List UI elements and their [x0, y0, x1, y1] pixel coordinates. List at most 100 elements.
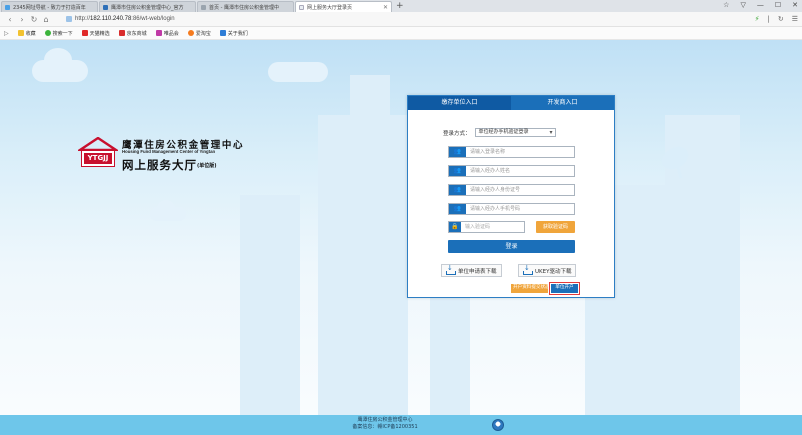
close-window-button[interactable]: ✕ [792, 0, 798, 11]
footer-icp: 备案信息：赣ICP备1200351 [352, 424, 418, 430]
login-panel: 缴存单位入口 开发商入口 登录方式： 单位经办手机验证登录 👥 请输入登录名称 … [407, 95, 615, 298]
bookmark-tmall[interactable]: 天猫精选 [81, 30, 110, 37]
login-mode-select[interactable]: 单位经办手机验证登录 [474, 128, 556, 137]
home-icon[interactable]: ⌂ [40, 15, 52, 24]
captcha-input[interactable]: 🔒 输入验证码 [448, 221, 525, 233]
operator-name-placeholder: 请输入经办人姓名 [470, 168, 511, 174]
login-mode-label: 登录方式： [443, 130, 471, 137]
site-security-icon [66, 16, 72, 22]
browser-tab-home[interactable]: 首页 - 鹰潭市住房公积金管理中 [197, 1, 294, 12]
account-status-button[interactable]: 开户资料提交状态 [511, 284, 550, 293]
vip-icon [155, 30, 162, 36]
tab-developer-entry[interactable]: 开发商入口 [511, 96, 614, 110]
bookmarks-toggle-icon[interactable]: ▷ [4, 30, 9, 37]
get-captcha-button[interactable]: 获取验证码 [536, 221, 575, 233]
login-page-background: YTGJJ 鹰潭住房公积金管理中心 Housing Fund Managemen… [0, 40, 802, 415]
download-label: 单位申请表下载 [458, 268, 497, 275]
login-name-placeholder: 请输入登录名称 [470, 149, 506, 155]
satellite-dish-icon [661, 146, 689, 179]
url-input[interactable]: http:// 182.110.240.78 :86/wt-web/login [66, 14, 706, 25]
back-icon[interactable]: ‹ [4, 15, 16, 24]
tab-favicon-icon [5, 4, 10, 10]
tab-close-icon[interactable]: ✕ [383, 4, 388, 11]
unit-open-account-button[interactable]: 单位开户 [549, 282, 580, 295]
minimize-button[interactable]: — [757, 0, 764, 11]
tmall-icon [81, 30, 88, 36]
download-application-form-button[interactable]: 单位申请表下载 [441, 264, 502, 277]
captcha-placeholder: 输入验证码 [465, 224, 491, 230]
download-label: UKEY驱动下载 [535, 268, 572, 275]
menu-dropdown-icon[interactable]: ▽ [740, 0, 745, 11]
tab-label: 网上服务大厅登录页 [307, 4, 353, 11]
bookmark-label: 京东商城 [126, 30, 147, 37]
forward-icon[interactable]: › [16, 15, 28, 24]
favorite-icon[interactable]: ☆ [723, 0, 729, 11]
user-icon: 👥 [449, 147, 466, 157]
lock-icon: 🔒 [449, 222, 461, 232]
bookmark-jd[interactable]: 京东商城 [118, 30, 147, 37]
tab-favicon-icon [201, 4, 206, 10]
speed-mode-icon[interactable]: ⚡ [755, 15, 760, 23]
bookmark-label: 搜索一下 [52, 30, 73, 37]
cloud-decoration [268, 62, 328, 82]
site-logo: YTGJJ 鹰潭住房公积金管理中心 Housing Fund Managemen… [78, 137, 258, 177]
operator-name-field[interactable]: 👥 请输入经办人姓名 [448, 165, 575, 177]
divider: | [767, 15, 770, 23]
house-roof-icon [78, 137, 118, 151]
star-icon [17, 30, 24, 36]
url-scheme: http:// [75, 16, 91, 22]
footer-org: 鹰潭住房公积金管理中心 [357, 417, 413, 423]
bookmark-aitaobao[interactable]: 爱淘宝 [187, 30, 211, 37]
page-footer: 鹰潭住房公积金管理中心 备案信息：赣ICP备1200351 [0, 415, 802, 435]
bookmark-vip[interactable]: 唯品会 [155, 30, 179, 37]
user-icon: 👥 [449, 185, 466, 195]
browser-menu-icon[interactable]: ☰ [792, 15, 798, 23]
bookmark-label: 唯品会 [163, 30, 179, 37]
browser-tab-official-site[interactable]: 鹰潭市住房公积金管理中心_官方 [99, 1, 196, 12]
operator-phone-field[interactable]: 👥 请输入经办人手机号码 [448, 203, 575, 215]
refresh-icon[interactable]: ↻ [28, 15, 40, 24]
logo-badge-text: YTGJJ [84, 153, 112, 164]
new-tab-button[interactable]: + [396, 1, 404, 12]
operator-id-field[interactable]: 👥 请输入经办人身份证号 [448, 184, 575, 196]
bookmark-label: 收藏 [25, 30, 36, 37]
operator-id-placeholder: 请输入经办人身份证号 [470, 187, 521, 193]
cloud-decoration [44, 48, 72, 72]
browser-tab-2345[interactable]: 2345网址导航 - 致力于打造百年 [1, 1, 98, 12]
cloud-decoration [157, 200, 175, 216]
undo-icon[interactable]: ↻ [778, 15, 784, 23]
download-ukey-driver-button[interactable]: UKEY驱动下载 [518, 264, 577, 277]
bookmark-label: 关于我们 [227, 30, 248, 37]
user-icon: 👥 [449, 166, 466, 176]
bookmark-favorites[interactable]: 收藏 [17, 30, 36, 37]
entry-tabs: 缴存单位入口 开发商入口 [408, 96, 614, 110]
tab-label: 2345网址导航 - 致力于打造百年 [13, 4, 86, 11]
jd-icon [118, 30, 125, 36]
browser-tab-login[interactable]: 网上服务大厅登录页 ✕ [295, 1, 392, 12]
tab-depositor-entry[interactable]: 缴存单位入口 [408, 96, 511, 110]
operator-phone-placeholder: 请输入经办人手机号码 [470, 206, 521, 212]
bookmark-about[interactable]: 关于我们 [219, 30, 248, 37]
bookmark-search[interactable]: 搜索一下 [44, 30, 73, 37]
tab-favicon-icon [103, 4, 108, 10]
address-bar-tools: ⚡ | ↻ ☰ [755, 15, 798, 23]
tab-label: 鹰潭市住房公积金管理中心_官方 [111, 4, 184, 11]
bookmarks-bar: ▷ 收藏 搜索一下 天猫精选 京东商城 唯品会 爱淘宝 关于我们 [0, 27, 802, 40]
center-name-en: Housing Fund Management Center of Yingta… [122, 149, 216, 154]
building-decoration [240, 195, 300, 415]
url-host: 182.110.240.78 [90, 16, 132, 22]
taobao-icon [187, 30, 194, 36]
bookmark-label: 天猫精选 [89, 30, 110, 37]
hall-title-text: 网上服务大厅 [122, 158, 197, 172]
download-icon [446, 264, 456, 275]
service-hall-title: 网上服务大厅(单位版) [122, 157, 217, 173]
window-controls: ☆ ▽ — ☐ ✕ [723, 0, 798, 11]
maximize-button[interactable]: ☐ [775, 0, 781, 11]
logo-badge: YTGJJ [81, 150, 115, 167]
login-name-field[interactable]: 👥 请输入登录名称 [448, 146, 575, 158]
tab-label: 首页 - 鹰潭市住房公积金管理中 [209, 4, 279, 11]
police-badge-icon[interactable] [492, 419, 504, 431]
login-button[interactable]: 登录 [448, 240, 575, 253]
url-path: :86/wt-web/login [131, 16, 175, 22]
download-icon [523, 264, 533, 275]
